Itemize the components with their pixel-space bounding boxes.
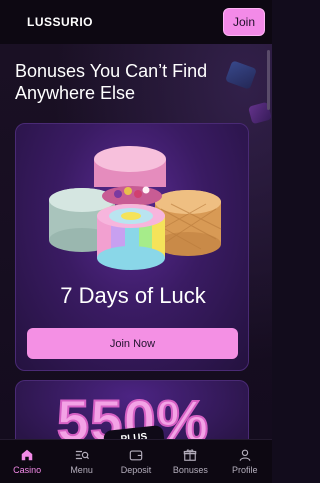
nav-item-deposit[interactable]: Deposit — [109, 448, 163, 475]
promo-card-7-days[interactable]: 7 Days of Luck Join Now — [15, 123, 249, 371]
nav-label: Deposit — [120, 465, 152, 475]
bottom-nav: Casino Menu Deposit Bonuses Profile — [0, 439, 272, 483]
home-icon — [21, 449, 33, 461]
treat-boxes-illustration — [49, 146, 222, 270]
nav-item-profile[interactable]: Profile — [218, 448, 272, 475]
promo-card-550[interactable]: 550% PLUS — [15, 380, 249, 439]
menu-search-icon — [75, 450, 89, 460]
join-now-button[interactable]: Join Now — [27, 328, 238, 359]
join-button[interactable]: Join — [223, 8, 265, 36]
nav-item-bonuses[interactable]: Bonuses — [163, 448, 217, 475]
top-header: LUSSURIO Join — [0, 0, 272, 44]
brand-logo[interactable]: LUSSURIO — [27, 15, 93, 29]
scrollbar[interactable] — [267, 50, 270, 110]
user-icon — [239, 449, 251, 461]
nav-label: Casino — [13, 465, 42, 475]
nav-item-casino[interactable]: Casino — [0, 448, 54, 475]
wallet-icon — [129, 450, 143, 461]
nav-label: Bonuses — [172, 465, 208, 475]
nav-label: Profile — [231, 465, 258, 475]
promo-title: 7 Days of Luck — [60, 283, 206, 308]
main-content: Bonuses You Can’t Find Anywhere Else 7 D… — [0, 44, 272, 439]
gift-icon — [184, 449, 197, 461]
nav-item-menu[interactable]: Menu — [55, 448, 109, 475]
nav-label: Menu — [70, 465, 93, 475]
page-title: Bonuses You Can’t Find Anywhere Else — [15, 61, 208, 103]
